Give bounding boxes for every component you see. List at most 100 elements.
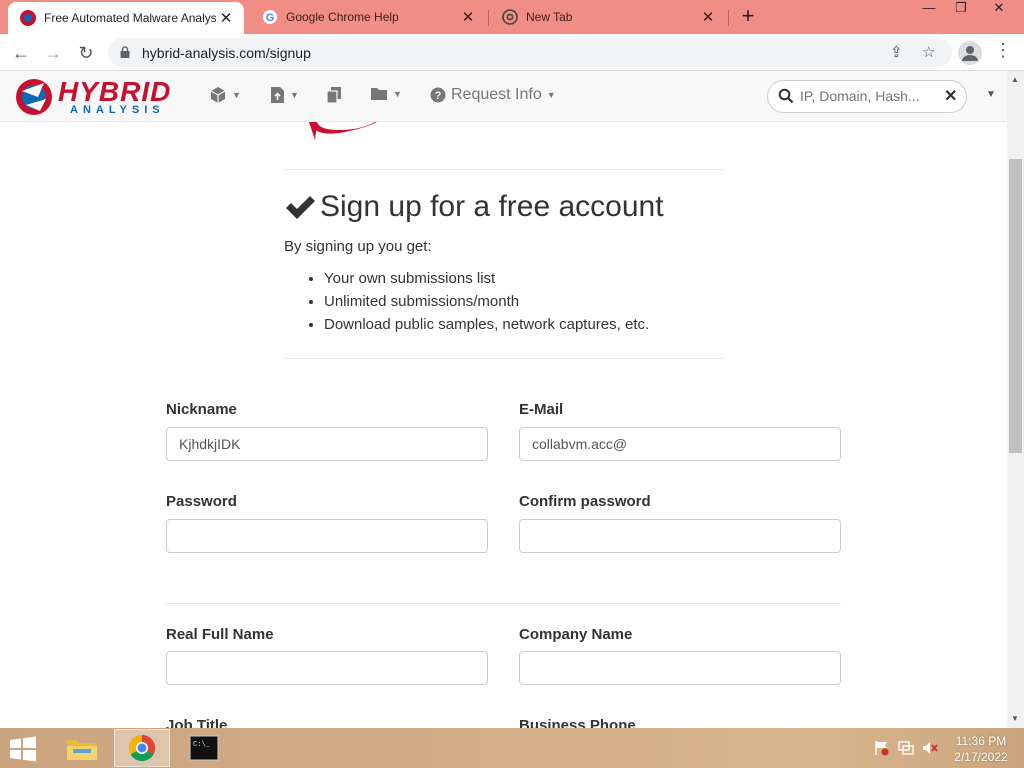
chrome-menu-icon[interactable]: ⋮ xyxy=(994,40,1012,61)
nickname-field[interactable] xyxy=(166,427,488,461)
file-upload-icon xyxy=(271,87,284,103)
address-bar[interactable]: hybrid-analysis.com/signup ⇪ ☆ xyxy=(108,38,952,67)
scroll-thumb[interactable] xyxy=(1009,159,1022,453)
nickname-label: Nickname xyxy=(166,401,237,418)
close-tab-icon[interactable]: ✕ xyxy=(698,8,718,26)
clock-date: 2/17/2022 xyxy=(954,750,1008,764)
documents-icon xyxy=(326,87,341,104)
request-info-menu[interactable]: ? Request Info ▼ xyxy=(430,86,556,104)
divider xyxy=(166,603,841,604)
hybrid-analysis-favicon-icon xyxy=(20,10,36,26)
nav-dropdown-caret-icon[interactable]: ▼ xyxy=(986,89,996,100)
chrome-icon xyxy=(128,734,156,762)
browser-toolbar: ← → ↻ hybrid-analysis.com/signup ⇪ ☆ ⋮ xyxy=(0,34,1024,71)
caret-down-icon: ▼ xyxy=(546,90,556,100)
hybrid-analysis-logo[interactable]: HYBRID ANALYSIS xyxy=(14,76,182,118)
command-prompt-icon: C:\_ xyxy=(189,735,219,761)
password-field[interactable] xyxy=(166,519,488,553)
job-title-label: Job Title xyxy=(166,717,228,728)
password-label: Password xyxy=(166,493,237,510)
folder-icon xyxy=(371,88,387,100)
tab-google-chrome-help[interactable]: G Google Chrome Help ✕ xyxy=(250,0,486,34)
volume-muted-icon[interactable] xyxy=(922,740,938,756)
cube-icon xyxy=(210,87,226,103)
scroll-down-icon[interactable]: ▼ xyxy=(1011,714,1019,723)
new-tab-button[interactable]: + xyxy=(736,5,760,29)
email-field[interactable] xyxy=(519,427,841,461)
svg-text:C:\_: C:\_ xyxy=(193,741,211,749)
close-tab-icon[interactable]: ✕ xyxy=(458,8,478,26)
tab-separator xyxy=(488,10,489,26)
business-phone-label: Business Phone xyxy=(519,717,636,728)
scroll-up-icon[interactable]: ▲ xyxy=(1011,75,1019,84)
taskbar-file-explorer[interactable] xyxy=(54,729,110,767)
windows-start-icon[interactable] xyxy=(8,736,38,762)
email-label: E-Mail xyxy=(519,401,564,418)
forward-button[interactable]: → xyxy=(40,40,66,66)
svg-text:?: ? xyxy=(435,90,442,102)
company-name-label: Company Name xyxy=(519,626,633,643)
benefits-list: Your own submissions list Unlimited subm… xyxy=(324,270,649,339)
signup-page: Sign up for a free account By signing up… xyxy=(0,122,1007,728)
divider xyxy=(284,169,724,170)
close-window-button[interactable]: ✕ xyxy=(984,0,1014,22)
windows-taskbar: C:\_ 11:36 PM 2/17/2022 xyxy=(0,728,1024,768)
taskbar-command-prompt[interactable]: C:\_ xyxy=(176,729,232,767)
logo-subtext: ANALYSIS xyxy=(70,104,165,116)
reload-button[interactable]: ↻ xyxy=(73,40,99,66)
taskbar-clock[interactable]: 11:36 PM 2/17/2022 xyxy=(944,733,1018,765)
list-item: Unlimited submissions/month xyxy=(324,293,649,316)
submissions-menu[interactable]: ▼ xyxy=(209,86,241,104)
clock-time: 11:36 PM xyxy=(955,734,1007,748)
question-circle-icon: ? xyxy=(430,87,446,103)
folder-menu[interactable]: ▼ xyxy=(370,86,402,101)
tab-title: New Tab xyxy=(526,10,573,24)
confirm-password-label: Confirm password xyxy=(519,493,651,510)
tab-title: Google Chrome Help xyxy=(286,10,399,24)
svg-text:G: G xyxy=(266,12,275,24)
divider xyxy=(284,358,724,359)
heading-text: Sign up for a free account xyxy=(320,190,664,223)
bookmark-star-icon[interactable]: ☆ xyxy=(922,43,935,61)
clear-search-icon[interactable]: ✕ xyxy=(944,86,957,106)
close-tab-icon[interactable]: ✕ xyxy=(216,9,236,27)
action-center-flag-icon[interactable] xyxy=(874,740,890,756)
page-scrollbar[interactable]: ▲ ▼ xyxy=(1007,71,1024,728)
minimize-button[interactable]: — xyxy=(914,0,944,22)
taskbar-chrome[interactable] xyxy=(114,729,170,767)
share-icon[interactable]: ⇪ xyxy=(890,43,903,61)
tab-separator xyxy=(728,10,729,26)
caret-down-icon: ▼ xyxy=(290,90,299,100)
tab-title: Free Automated Malware Analysi xyxy=(44,11,216,25)
url-text: hybrid-analysis.com/signup xyxy=(142,45,311,61)
back-button[interactable]: ← xyxy=(8,40,34,66)
site-navbar: HYBRID ANALYSIS ▼ ▼ ▼ ? Request Info ▼ ✕… xyxy=(0,71,1007,122)
restore-button[interactable]: ❐ xyxy=(946,0,976,22)
search-input[interactable] xyxy=(800,88,938,104)
logo-emblem-icon xyxy=(16,79,52,115)
chrome-favicon-icon xyxy=(502,9,518,25)
checkmark-icon xyxy=(286,196,315,219)
company-name-field[interactable] xyxy=(519,651,841,685)
folder-icon xyxy=(67,740,97,760)
lock-icon xyxy=(120,46,130,58)
confirm-password-field[interactable] xyxy=(519,519,841,553)
network-icon[interactable] xyxy=(898,740,914,756)
page-title: Sign up for a free account xyxy=(284,190,664,224)
red-swoosh-graphic xyxy=(309,122,377,140)
caret-down-icon: ▼ xyxy=(232,90,241,100)
list-item: Your own submissions list xyxy=(324,270,649,293)
google-favicon-icon: G xyxy=(262,9,278,25)
files-menu[interactable]: ▼ xyxy=(270,86,299,104)
full-name-field[interactable] xyxy=(166,651,488,685)
signup-subtext: By signing up you get: xyxy=(284,238,432,255)
copy-menu[interactable] xyxy=(326,86,342,104)
site-search[interactable]: ✕ xyxy=(767,80,967,113)
tab-hybrid-analysis[interactable]: Free Automated Malware Analysi ✕ xyxy=(8,2,244,34)
list-item: Download public samples, network capture… xyxy=(324,316,649,339)
profile-avatar-icon[interactable] xyxy=(958,41,982,65)
caret-down-icon: ▼ xyxy=(393,88,402,99)
tab-new-tab[interactable]: New Tab ✕ xyxy=(490,0,726,34)
request-info-label: Request Info xyxy=(451,86,542,103)
full-name-label: Real Full Name xyxy=(166,626,274,643)
